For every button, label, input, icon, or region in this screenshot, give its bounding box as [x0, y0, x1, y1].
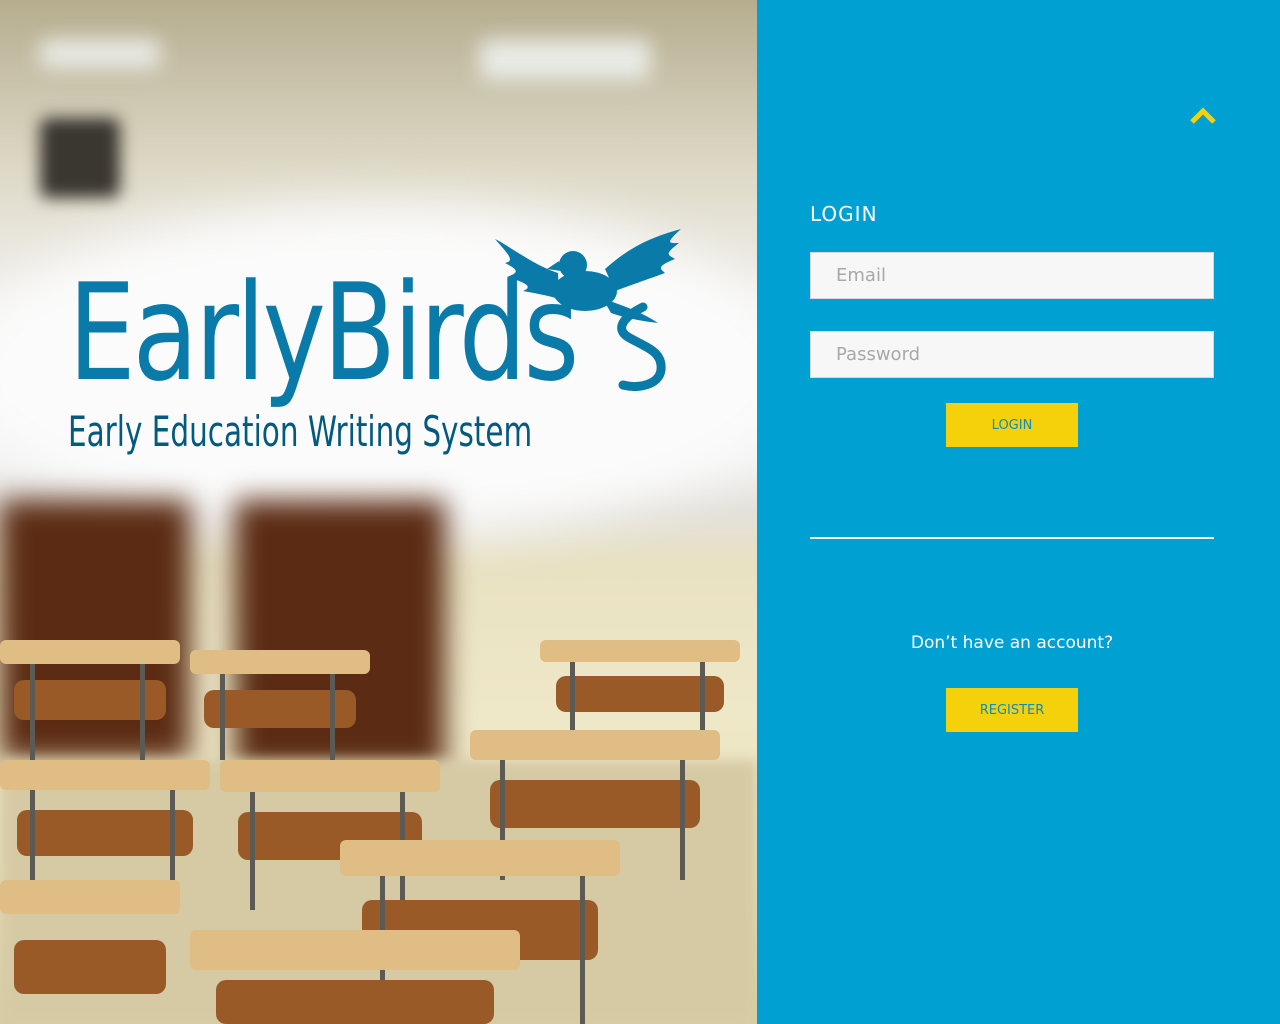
- email-field[interactable]: [810, 252, 1214, 299]
- desk-chair: [0, 760, 210, 900]
- password-field[interactable]: [810, 331, 1214, 378]
- hero-background-image: EarlyBirds Early Education Writing Syste…: [0, 0, 757, 1024]
- desk-chair: [190, 650, 370, 760]
- logo-subtitle: Early Education Writing System: [68, 407, 533, 456]
- login-panel: LOGIN LOGIN Don’t have an account? REGIS…: [757, 0, 1280, 1024]
- login-button[interactable]: LOGIN: [946, 403, 1078, 447]
- no-account-text: Don’t have an account?: [910, 633, 1114, 653]
- ceiling-light: [480, 40, 650, 80]
- desk-chair: [0, 880, 180, 1024]
- logo-title: EarlyBirds: [68, 255, 579, 411]
- wall-speaker: [40, 118, 120, 198]
- app-logo: EarlyBirds Early Education Writing Syste…: [68, 225, 688, 465]
- divider: [810, 537, 1214, 539]
- login-page: EarlyBirds Early Education Writing Syste…: [0, 0, 1280, 1024]
- login-title: LOGIN: [810, 202, 878, 226]
- desk-chair: [190, 930, 520, 1024]
- ceiling-light: [40, 40, 160, 68]
- register-button[interactable]: REGISTER: [946, 688, 1078, 732]
- chevron-up-icon[interactable]: [1189, 104, 1217, 126]
- desk-chair: [0, 640, 180, 760]
